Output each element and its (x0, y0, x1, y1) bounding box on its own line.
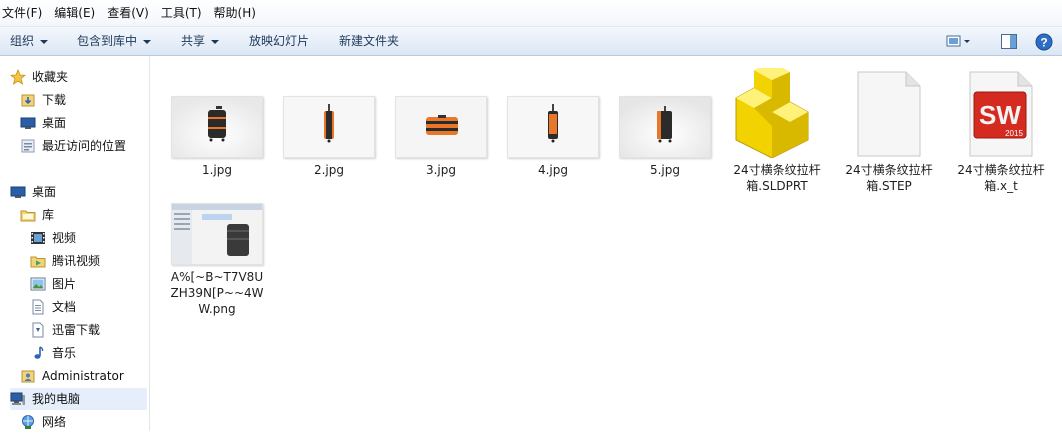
nav-administrator-label: Administrator (42, 369, 124, 383)
organize-button[interactable]: 组织 (10, 27, 49, 56)
svg-text:?: ? (1040, 36, 1047, 50)
pictures-icon (30, 276, 46, 292)
nav-downloads[interactable]: 下载 (20, 89, 66, 111)
share-button[interactable]: 共享 (181, 27, 220, 56)
new-folder-button[interactable]: 新建文件夹 (339, 27, 399, 56)
sw-badge-year: 2015 (1005, 129, 1023, 138)
nav-xunlei-downloads[interactable]: 迅雷下载 (30, 319, 100, 341)
library-folder-icon (20, 207, 36, 223)
command-toolbar: 组织 包含到库中 共享 放映幻灯片 新建文件夹 ? (0, 27, 1062, 56)
nav-videos[interactable]: 视频 (30, 227, 76, 249)
nav-recent-places[interactable]: 最近访问的位置 (20, 135, 126, 157)
menu-bar: 文件(F) 编辑(E) 查看(V) 工具(T) 帮助(H) (0, 0, 1062, 27)
chevron-down-icon (40, 39, 49, 44)
file-name-step[interactable]: 24寸横条纹拉杆箱.STEP (839, 162, 939, 194)
user-folder-icon (20, 368, 36, 384)
file-name-2[interactable]: 2.jpg (279, 162, 379, 178)
include-in-library-label: 包含到库中 (77, 34, 138, 48)
nav-tencent-video-label: 腾讯视频 (52, 254, 101, 268)
nav-music[interactable]: 音乐 (30, 342, 76, 364)
file-name-png[interactable]: A%[~B~T7V8UZH39N[P~~4WW.png (167, 269, 267, 317)
file-thumbnail-5[interactable] (619, 96, 711, 158)
nav-desktop-favorite-label: 桌面 (42, 116, 67, 130)
music-note-icon (30, 345, 46, 361)
nav-documents[interactable]: 文档 (30, 296, 76, 318)
menu-view[interactable]: 查看(V) (107, 0, 157, 27)
nav-xunlei-downloads-label: 迅雷下载 (52, 323, 101, 337)
preview-pane-icon[interactable] (1000, 33, 1018, 50)
file-thumbnail-4[interactable] (507, 96, 599, 158)
documents-icon (30, 299, 46, 315)
nav-desktop-label: 桌面 (32, 185, 57, 199)
star-icon (9, 68, 27, 85)
slideshow-button[interactable]: 放映幻灯片 (249, 27, 309, 56)
recent-places-icon (20, 138, 36, 154)
new-folder-label: 新建文件夹 (339, 34, 400, 48)
file-name-sldprt[interactable]: 24寸横条纹拉杆箱.SLDPRT (727, 162, 827, 194)
menu-tools[interactable]: 工具(T) (161, 0, 210, 27)
chevron-down-icon (211, 39, 220, 44)
menu-help[interactable]: 帮助(H) (214, 0, 264, 27)
downloads-folder-icon (20, 92, 36, 108)
nav-pictures-label: 图片 (52, 277, 77, 291)
organize-label: 组织 (10, 34, 35, 48)
nav-recent-places-label: 最近访问的位置 (42, 139, 127, 153)
network-icon (20, 414, 36, 430)
file-thumbnail-1[interactable] (171, 96, 263, 158)
slideshow-label: 放映幻灯片 (249, 34, 310, 48)
file-name-4[interactable]: 4.jpg (503, 162, 603, 178)
file-name-1[interactable]: 1.jpg (167, 162, 267, 178)
file-list-pane: 1.jpg 2.jpg 3.jpg 4.jpg 5.jpg 24寸横条纹拉杆箱.… (151, 56, 1062, 431)
view-options-icon[interactable] (946, 33, 974, 50)
nav-libraries[interactable]: 库 (20, 204, 54, 226)
tencent-video-icon (30, 253, 46, 269)
nav-network-label: 网络 (42, 415, 67, 429)
film-icon (30, 230, 46, 246)
share-label: 共享 (181, 34, 206, 48)
nav-favorites[interactable]: 收藏夹 (9, 66, 69, 88)
sw-badge-letters: SW (979, 100, 1021, 130)
solidworks-2015-icon[interactable]: SW 2015 (966, 70, 1036, 158)
file-name-3[interactable]: 3.jpg (391, 162, 491, 178)
blank-document-icon[interactable] (854, 70, 924, 158)
nav-administrator[interactable]: Administrator (20, 365, 124, 387)
nav-computer[interactable]: 我的电脑 (10, 388, 147, 410)
solidworks-part-icon[interactable] (732, 62, 816, 159)
include-in-library-button[interactable]: 包含到库中 (77, 27, 152, 56)
desktop-icon (20, 115, 36, 131)
nav-desktop[interactable]: 桌面 (10, 181, 56, 203)
nav-pictures[interactable]: 图片 (30, 273, 76, 295)
nav-computer-label: 我的电脑 (32, 392, 81, 406)
computer-icon (10, 391, 26, 407)
file-name-xt[interactable]: 24寸横条纹拉杆箱.x_t (951, 162, 1051, 194)
nav-libraries-label: 库 (42, 208, 55, 222)
nav-downloads-label: 下载 (42, 93, 67, 107)
chevron-down-icon (143, 39, 152, 44)
menu-edit[interactable]: 编辑(E) (54, 0, 103, 27)
file-name-5[interactable]: 5.jpg (615, 162, 715, 178)
menu-file[interactable]: 文件(F) (2, 0, 50, 27)
xunlei-folder-icon (30, 322, 46, 338)
desktop-icon (10, 184, 26, 200)
nav-network[interactable]: 网络 (20, 411, 66, 433)
file-thumbnail-3[interactable] (395, 96, 487, 158)
file-thumbnail-2[interactable] (283, 96, 375, 158)
nav-music-label: 音乐 (52, 346, 77, 360)
nav-videos-label: 视频 (52, 231, 77, 245)
nav-desktop-favorite[interactable]: 桌面 (20, 112, 66, 134)
navigation-pane: 收藏夹 下载 桌面 最近访问的位置 桌面 库 视频 腾讯视频 图片 文档 迅雷下… (0, 56, 150, 431)
nav-favorites-label: 收藏夹 (32, 70, 69, 84)
help-icon[interactable]: ? (1035, 33, 1053, 51)
file-thumbnail-png[interactable] (171, 203, 263, 265)
nav-tencent-video[interactable]: 腾讯视频 (30, 250, 100, 272)
nav-documents-label: 文档 (52, 300, 77, 314)
